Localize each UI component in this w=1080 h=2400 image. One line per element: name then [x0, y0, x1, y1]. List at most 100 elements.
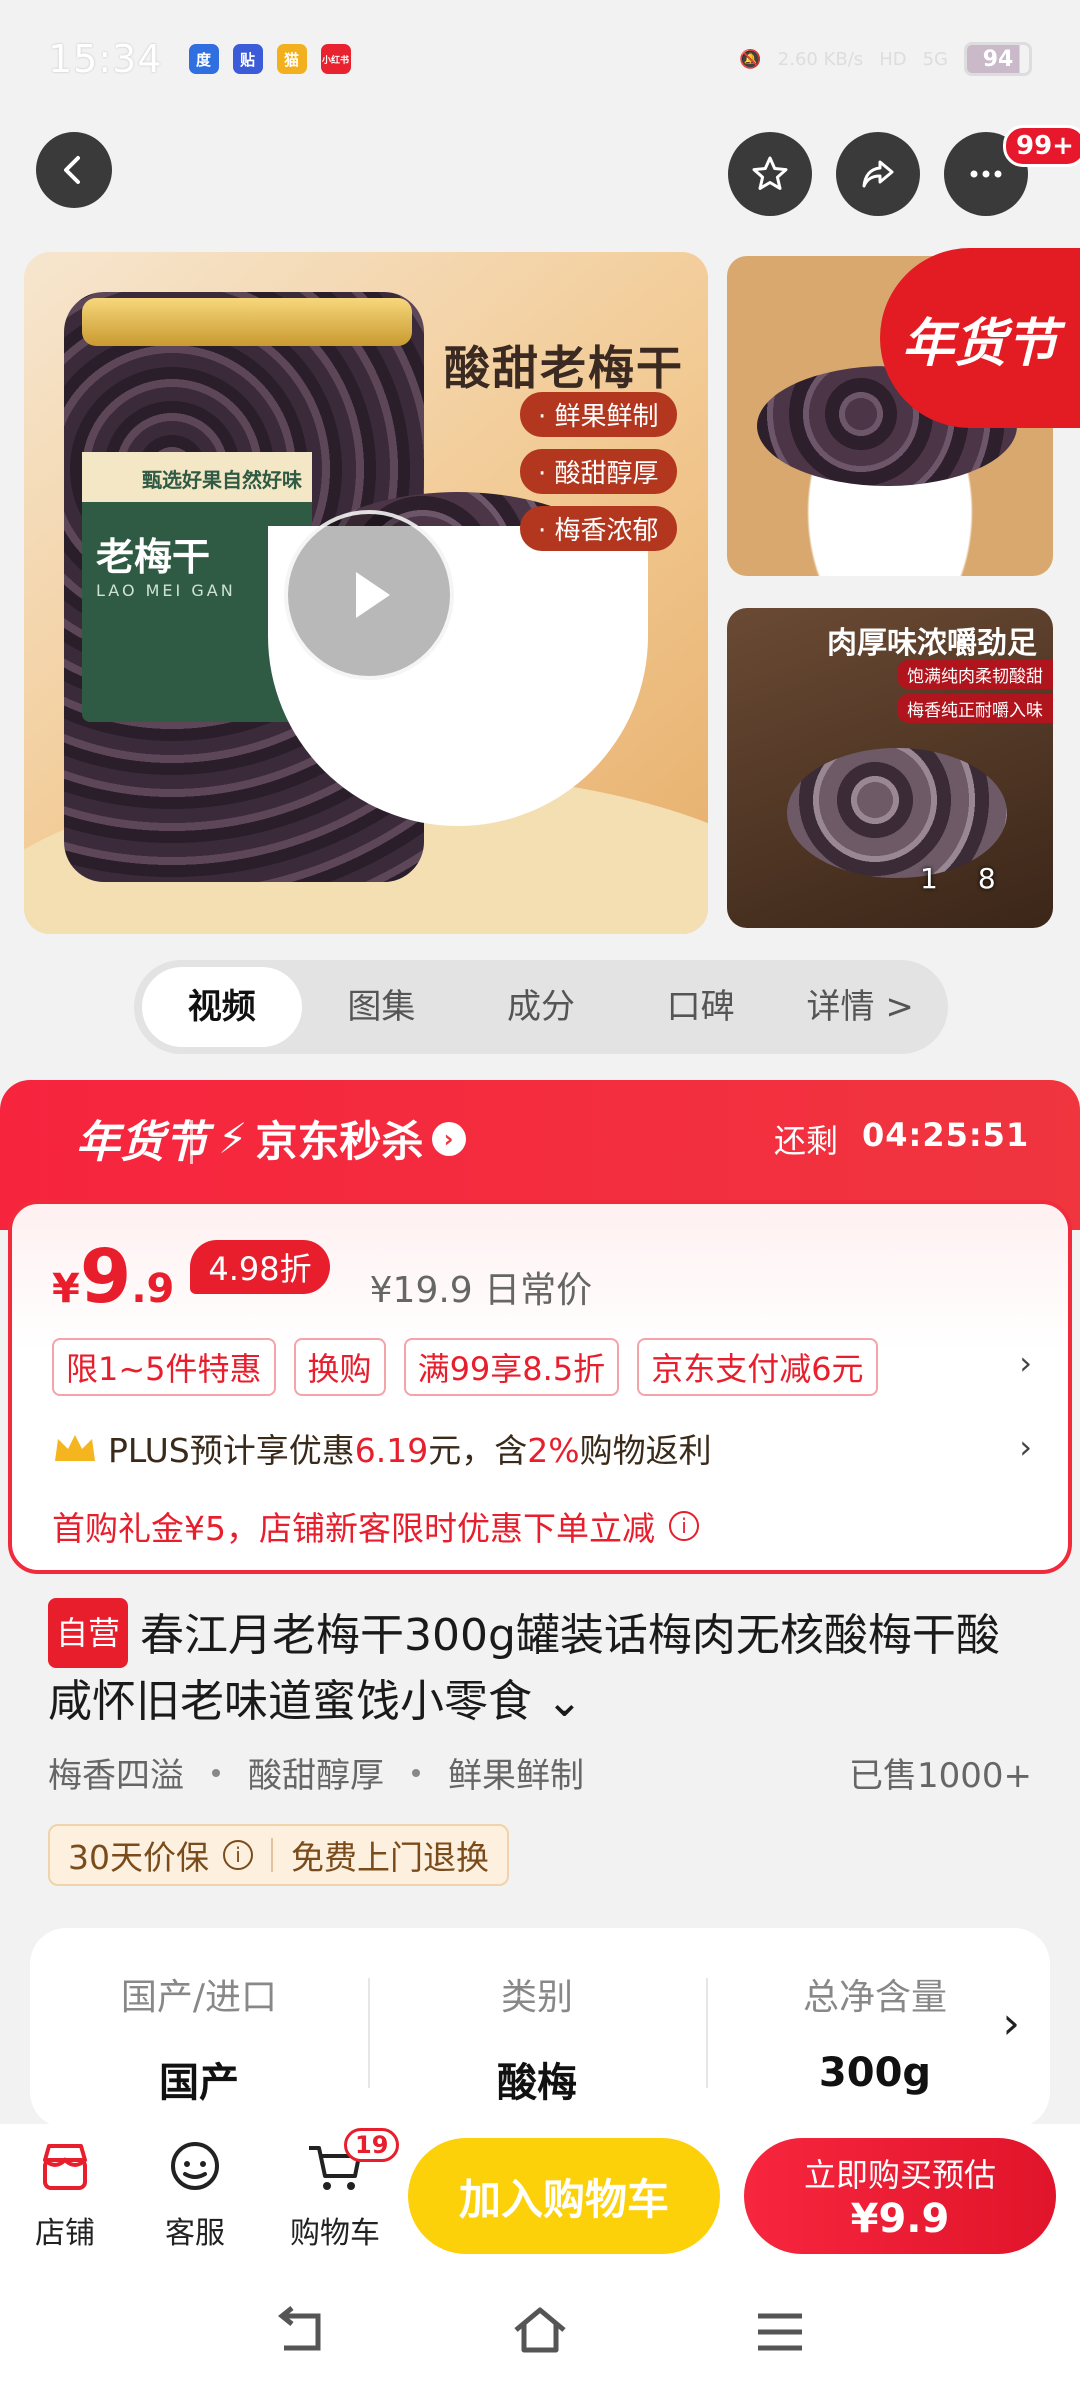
spec-label: 类别	[500, 1977, 573, 2018]
status-indicators: 🔕 2.60 KB/s HD 5G 94	[739, 42, 1032, 76]
price-row: ¥ 9 .9 4.98折 ¥19.9 日常价	[52, 1240, 592, 1314]
chevron-left-icon	[64, 156, 80, 184]
spoon-prunes	[787, 748, 1007, 878]
info-icon[interactable]: i	[223, 1840, 253, 1870]
free-return-label: 免费上门退换	[291, 1838, 489, 1877]
image-counter-current: 1	[920, 862, 938, 895]
service-guarantee[interactable]: 30天价保 i 免费上门退换	[48, 1824, 509, 1886]
thumbnail-tag: 梅香纯正耐嚼入味	[897, 694, 1053, 723]
promo-body: ¥ 9 .9 4.98折 ¥19.9 日常价 限1~5件特惠 换购 满99享8.…	[8, 1200, 1072, 1574]
battery-icon: 94	[964, 42, 1032, 76]
share-icon	[862, 160, 894, 188]
tab-ingredients[interactable]: 成分	[461, 967, 621, 1047]
jar-lid	[82, 298, 412, 346]
spec-label: 总净含量	[802, 1977, 947, 2018]
countdown-label: 还剩	[774, 1122, 839, 1160]
hd-icon: HD	[879, 48, 907, 70]
product-title-text: 春江月老梅干300g罐装话梅肉无核酸梅干酸咸怀旧老味道蜜饯小零食	[48, 1610, 1000, 1727]
cat-app-icon: 猫	[276, 44, 307, 74]
chevron-right-icon[interactable]: ›	[1002, 1998, 1020, 2049]
system-home-icon[interactable]	[508, 2300, 572, 2364]
favorite-button[interactable]	[728, 132, 812, 216]
plus-benefit-text: PLUS预计享优惠6.19元，含2%购物返利	[108, 1424, 712, 1472]
price-protection-label: 30天价保	[68, 1838, 209, 1877]
discount-badge: 4.98折	[190, 1240, 330, 1294]
share-button[interactable]	[836, 132, 920, 216]
network-speed: 2.60 KB/s	[777, 48, 864, 70]
cart-label: 购物车	[290, 2216, 380, 2251]
play-icon	[356, 572, 390, 618]
shop-button[interactable]: 店铺	[10, 2138, 120, 2252]
plus-benefit-row[interactable]: PLUS预计享优惠6.19元，含2%购物返利	[52, 1424, 712, 1472]
message-badge: 99+	[1003, 125, 1080, 167]
media-tabs: 视频 图集 成分 口碑 详情 >	[134, 960, 948, 1054]
signal-icon: 5G	[922, 48, 948, 70]
chevron-down-icon[interactable]: ⌄	[546, 1676, 583, 1727]
info-icon[interactable]: i	[669, 1511, 699, 1541]
sold-count: 已售1000+	[848, 1756, 1032, 1796]
plus-amount: 6.19	[354, 1431, 429, 1470]
self-operated-badge: 自营	[48, 1598, 129, 1668]
image-headline: 酸甜老梅干	[444, 341, 684, 395]
price-integer: 9	[79, 1234, 132, 1320]
divider	[271, 1838, 273, 1872]
thumbnail-headline: 肉厚味浓嚼劲足	[827, 626, 1037, 661]
chevron-right-icon[interactable]: ›	[1019, 1428, 1032, 1466]
promo-tags[interactable]: 限1~5件特惠 换购 满99享8.5折 京东支付减6元	[52, 1338, 878, 1396]
product-title[interactable]: 自营 春江月老梅干300g罐装话梅肉无核酸梅干酸咸怀旧老味道蜜饯小零食 ⌄	[48, 1598, 1038, 1735]
back-button[interactable]	[36, 132, 112, 208]
plus-prefix: PLUS预计享优惠	[108, 1431, 355, 1470]
image-counter-total: 8	[977, 862, 996, 895]
crown-icon	[55, 1435, 95, 1461]
tab-details[interactable]: 详情 >	[780, 967, 940, 1047]
original-price: ¥19.9 日常价	[369, 1270, 593, 1311]
image-counter: 1 8	[920, 862, 996, 895]
new-year-festival-badge: 年货节	[880, 248, 1080, 428]
system-back-icon[interactable]	[268, 2300, 332, 2364]
mute-icon: 🔕	[739, 48, 762, 70]
spec-summary[interactable]: 国产/进口 国产 类别 酸梅 总净含量 300g ›	[30, 1928, 1050, 2128]
seckill-label: 京东秒杀	[255, 1117, 424, 1166]
seckill-link[interactable]: ⚡ 京东秒杀 ›	[218, 1108, 466, 1169]
bottom-action-bar: 店铺 客服 19 购物车 加入购物车 立即购买预估 ¥9.9	[0, 2124, 1080, 2264]
system-menu-icon[interactable]	[748, 2300, 812, 2364]
promo-tag: 换购	[293, 1338, 386, 1396]
tieba-app-icon: 贴	[232, 44, 263, 74]
buy-now-label: 立即购买预估	[803, 2156, 996, 2194]
star-icon	[752, 156, 788, 190]
gallery-thumbnail-2[interactable]: 肉厚味浓嚼劲足 饱满纯肉柔韧酸甜 梅香纯正耐嚼入味	[727, 608, 1053, 928]
tab-gallery[interactable]: 图集	[302, 967, 462, 1047]
spec-origin: 国产/进口 国产	[30, 1968, 368, 2128]
service-label: 客服	[165, 2216, 225, 2251]
promo-tag: 满99享8.5折	[403, 1338, 620, 1396]
promo-tag: 京东支付减6元	[637, 1338, 878, 1396]
shop-icon	[43, 2144, 87, 2190]
new-customer-gift[interactable]: 首购礼金¥5，店铺新客限时优惠下单立减 i	[52, 1502, 699, 1550]
add-to-cart-button[interactable]: 加入购物车	[408, 2138, 720, 2254]
spec-category: 类别 酸梅	[368, 1968, 706, 2128]
cart-button[interactable]: 19 购物车	[270, 2128, 400, 2252]
plus-mid: 元，含	[428, 1431, 528, 1470]
image-tag: · 酸甜醇厚	[520, 449, 677, 494]
feature-item: 鲜果鲜制	[448, 1756, 584, 1796]
buy-now-button[interactable]: 立即购买预估 ¥9.9	[744, 2138, 1056, 2254]
image-tags: · 鲜果鲜制 · 酸甜醇厚 · 梅香浓郁	[520, 392, 677, 551]
customer-service-button[interactable]: 客服	[140, 2138, 250, 2252]
plus-percent: 2%	[527, 1431, 580, 1470]
spec-value: 酸梅	[497, 2060, 577, 2106]
chevron-right-icon[interactable]: ›	[1019, 1344, 1032, 1382]
promo-tag: 限1~5件特惠	[52, 1338, 276, 1396]
play-video-button[interactable]	[284, 510, 454, 680]
more-dots-icon	[970, 170, 1002, 178]
status-time: 15:34	[48, 37, 163, 81]
seckill-promo-card: 年货节 ⚡ 京东秒杀 › 还剩 04:25:51 ¥ 9 .9 4.98折 ¥1…	[0, 1080, 1080, 1574]
bullet-dot	[412, 1768, 420, 1777]
price-decimal: .9	[131, 1266, 175, 1312]
tab-video[interactable]: 视频	[142, 967, 302, 1047]
gift-text: 首购礼金¥5，店铺新客限时优惠下单立减	[52, 1509, 655, 1548]
tab-reviews[interactable]: 口碑	[621, 967, 781, 1047]
image-tag: · 鲜果鲜制	[520, 392, 677, 437]
system-navigation-bar	[0, 2264, 1080, 2400]
price-currency: ¥	[52, 1266, 80, 1312]
main-product-image[interactable]: 甄选好果自然好味 老梅干 LAO MEI GAN 酸甜老梅干 · 鲜果鲜制 · …	[24, 252, 708, 934]
